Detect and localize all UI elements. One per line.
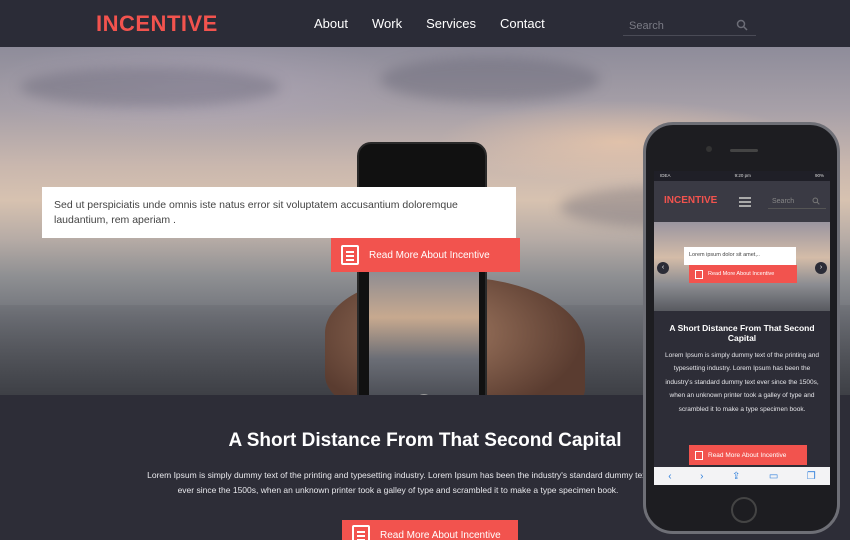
document-icon <box>695 269 703 279</box>
clock-label: 9:20 pm <box>734 173 751 178</box>
hero-read-more-button[interactable]: Read More About Incentive <box>331 238 520 272</box>
bookmarks-icon[interactable]: ▭ <box>769 471 778 482</box>
battery-label: 90% <box>814 173 824 178</box>
nav-link-services[interactable]: Services <box>426 16 476 31</box>
document-icon <box>352 525 370 540</box>
search-icon[interactable] <box>812 197 820 205</box>
document-icon <box>341 245 359 265</box>
mobile-navbar: INCENTIVE Search <box>654 181 830 222</box>
mobile-browser-toolbar: ‹ › ⇪ ▭ ❐ <box>654 467 830 485</box>
mobile-button-label: Read More About Incentive <box>708 451 787 459</box>
mobile-hero-button-label: Read More About Incentive <box>708 271 775 277</box>
mobile-body-text: Lorem Ipsum is simply dummy text of the … <box>665 352 819 413</box>
section-read-more-button[interactable]: Read More About Incentive <box>342 520 518 540</box>
main-menu: About Work Services Contact <box>314 16 569 31</box>
prev-arrow-icon[interactable]: ‹ <box>657 262 669 274</box>
hero-quote-box: Sed ut perspiciatis unde omnis iste natu… <box>42 187 516 238</box>
mobile-heading: A Short Distance From That Second Capita… <box>669 323 815 343</box>
brand-logo[interactable]: INCENTIVE <box>96 11 218 37</box>
phone-camera <box>706 146 712 152</box>
section-button-label: Read More About Incentive <box>380 529 501 540</box>
cloud-shape <box>20 67 280 107</box>
mobile-status-bar: IDEA 9:20 pm 90% <box>654 171 830 181</box>
phone-speaker <box>730 149 758 152</box>
section-heading-text: A Short Distance From That Second Capita… <box>228 430 622 451</box>
tabs-icon[interactable]: ❐ <box>807 471 816 482</box>
share-icon[interactable]: ⇪ <box>732 471 740 482</box>
back-icon[interactable]: ‹ <box>668 471 671 482</box>
search-input[interactable] <box>623 17 733 32</box>
section-body-text: Lorem Ipsum is simply dummy text of the … <box>147 470 649 495</box>
mobile-screen: IDEA 9:20 pm 90% INCENTIVE Search ‹ › Lo… <box>654 171 830 485</box>
hamburger-menu-icon[interactable] <box>739 197 751 199</box>
next-arrow-icon[interactable]: › <box>815 262 827 274</box>
document-icon <box>695 450 703 460</box>
mobile-read-more-button[interactable]: Read More About Incentive <box>689 445 807 465</box>
hero-quote-text: Sed ut perspiciatis unde omnis iste natu… <box>54 199 458 226</box>
mobile-search[interactable]: Search <box>768 195 826 209</box>
mobile-hero: ‹ › Lorem ipsum dolor sit amet,.. Read M… <box>654 222 830 311</box>
phone-home-button <box>731 497 757 523</box>
nav-link-about[interactable]: About <box>314 16 348 31</box>
carrier-label: IDEA <box>660 173 671 178</box>
nav-link-work[interactable]: Work <box>372 16 402 31</box>
search-icon[interactable] <box>736 19 748 31</box>
camera-preview <box>369 268 479 395</box>
hero-button-label: Read More About Incentive <box>369 249 490 261</box>
forward-icon[interactable]: › <box>700 471 703 482</box>
mobile-search-placeholder: Search <box>772 198 795 205</box>
mobile-hero-button[interactable]: Read More About Incentive <box>689 265 797 283</box>
mobile-hero-text: Lorem ipsum dolor sit amet,.. <box>684 247 796 265</box>
search-box <box>623 16 756 36</box>
cloud-shape <box>380 57 600 102</box>
mobile-mockup: IDEA 9:20 pm 90% INCENTIVE Search ‹ › Lo… <box>643 122 840 534</box>
mobile-logo[interactable]: INCENTIVE <box>664 195 717 206</box>
nav-link-contact[interactable]: Contact <box>500 16 545 31</box>
top-navbar: INCENTIVE About Work Services Contact <box>0 0 850 47</box>
